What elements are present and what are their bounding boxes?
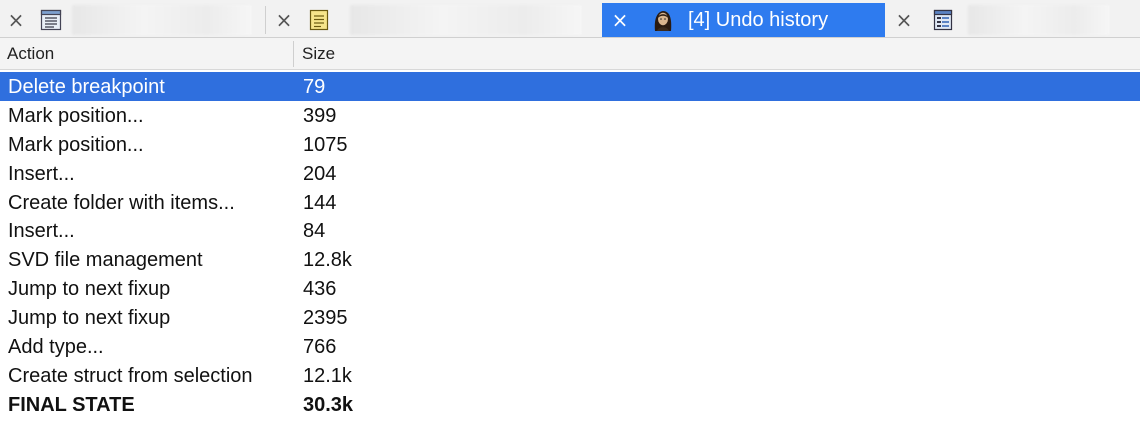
table-row[interactable]: Mark position... 399 <box>0 101 1140 130</box>
table-row[interactable]: Insert... 204 <box>0 159 1140 188</box>
size-cell: 766 <box>303 336 337 359</box>
action-cell: Insert... <box>8 162 75 185</box>
table-row[interactable]: Delete breakpoint 79 <box>0 72 1140 101</box>
close-icon[interactable]: × <box>610 10 630 30</box>
table-row-final-state[interactable]: FINAL STATE 30.3k <box>0 390 1140 419</box>
size-cell: 12.8k <box>303 249 352 272</box>
table-row[interactable]: Jump to next fixup 2395 <box>0 303 1140 332</box>
tab-1[interactable]: × <box>0 3 262 37</box>
size-cell: 144 <box>303 191 337 214</box>
action-cell: Jump to next fixup <box>8 307 171 330</box>
tab-bar: × × × [4] Undo history × <box>0 0 1140 38</box>
table-row[interactable]: SVD file management 12.8k <box>0 245 1140 274</box>
tab-2[interactable]: × <box>268 3 598 37</box>
action-cell: Insert... <box>8 220 75 243</box>
tab-title: [4] Undo history <box>688 9 829 31</box>
size-cell: 1075 <box>303 133 348 156</box>
size-cell: 399 <box>303 104 337 127</box>
table-row[interactable]: Mark position... 1075 <box>0 130 1140 159</box>
action-cell: Mark position... <box>8 133 144 156</box>
action-cell: Create folder with items... <box>8 191 235 214</box>
list-window-icon <box>40 9 62 31</box>
column-action-header[interactable]: Action <box>7 43 54 65</box>
structure-window-icon <box>932 9 954 31</box>
tab-separator <box>265 6 266 34</box>
size-cell: 12.1k <box>303 364 352 387</box>
tab-4[interactable]: × <box>888 3 1140 37</box>
size-cell: 79 <box>303 76 326 98</box>
tab-undo-history[interactable]: × [4] Undo history <box>602 3 885 37</box>
notes-icon <box>308 9 330 31</box>
column-size-header[interactable]: Size <box>302 43 335 65</box>
undo-history-list: Delete breakpoint 79 Mark position... 39… <box>0 72 1140 419</box>
size-cell: 436 <box>303 278 337 301</box>
size-cell: 84 <box>303 220 326 243</box>
size-cell: 204 <box>303 162 337 185</box>
size-cell: 30.3k <box>303 393 354 416</box>
table-row[interactable]: Insert... 84 <box>0 216 1140 245</box>
action-cell: Create struct from selection <box>8 364 253 387</box>
table-row[interactable]: Create folder with items... 144 <box>0 188 1140 217</box>
close-icon[interactable]: × <box>6 10 26 30</box>
action-cell: SVD file management <box>8 249 203 272</box>
action-cell: FINAL STATE <box>8 393 135 416</box>
close-icon[interactable]: × <box>274 10 294 30</box>
tab-title-redacted <box>350 5 582 35</box>
portrait-icon <box>650 7 676 33</box>
table-row[interactable]: Jump to next fixup 436 <box>0 274 1140 303</box>
size-cell: 2395 <box>303 307 348 330</box>
action-cell: Add type... <box>8 336 104 359</box>
table-row[interactable]: Add type... 766 <box>0 332 1140 361</box>
action-cell: Jump to next fixup <box>8 278 171 301</box>
column-header: Action Size <box>0 38 1140 70</box>
tab-title-redacted <box>968 5 1110 35</box>
column-divider[interactable] <box>293 41 294 67</box>
tab-title-redacted <box>72 5 252 35</box>
table-row[interactable]: Create struct from selection 12.1k <box>0 361 1140 390</box>
close-icon[interactable]: × <box>894 10 914 30</box>
action-cell: Mark position... <box>8 104 144 127</box>
action-cell: Delete breakpoint <box>8 76 165 98</box>
